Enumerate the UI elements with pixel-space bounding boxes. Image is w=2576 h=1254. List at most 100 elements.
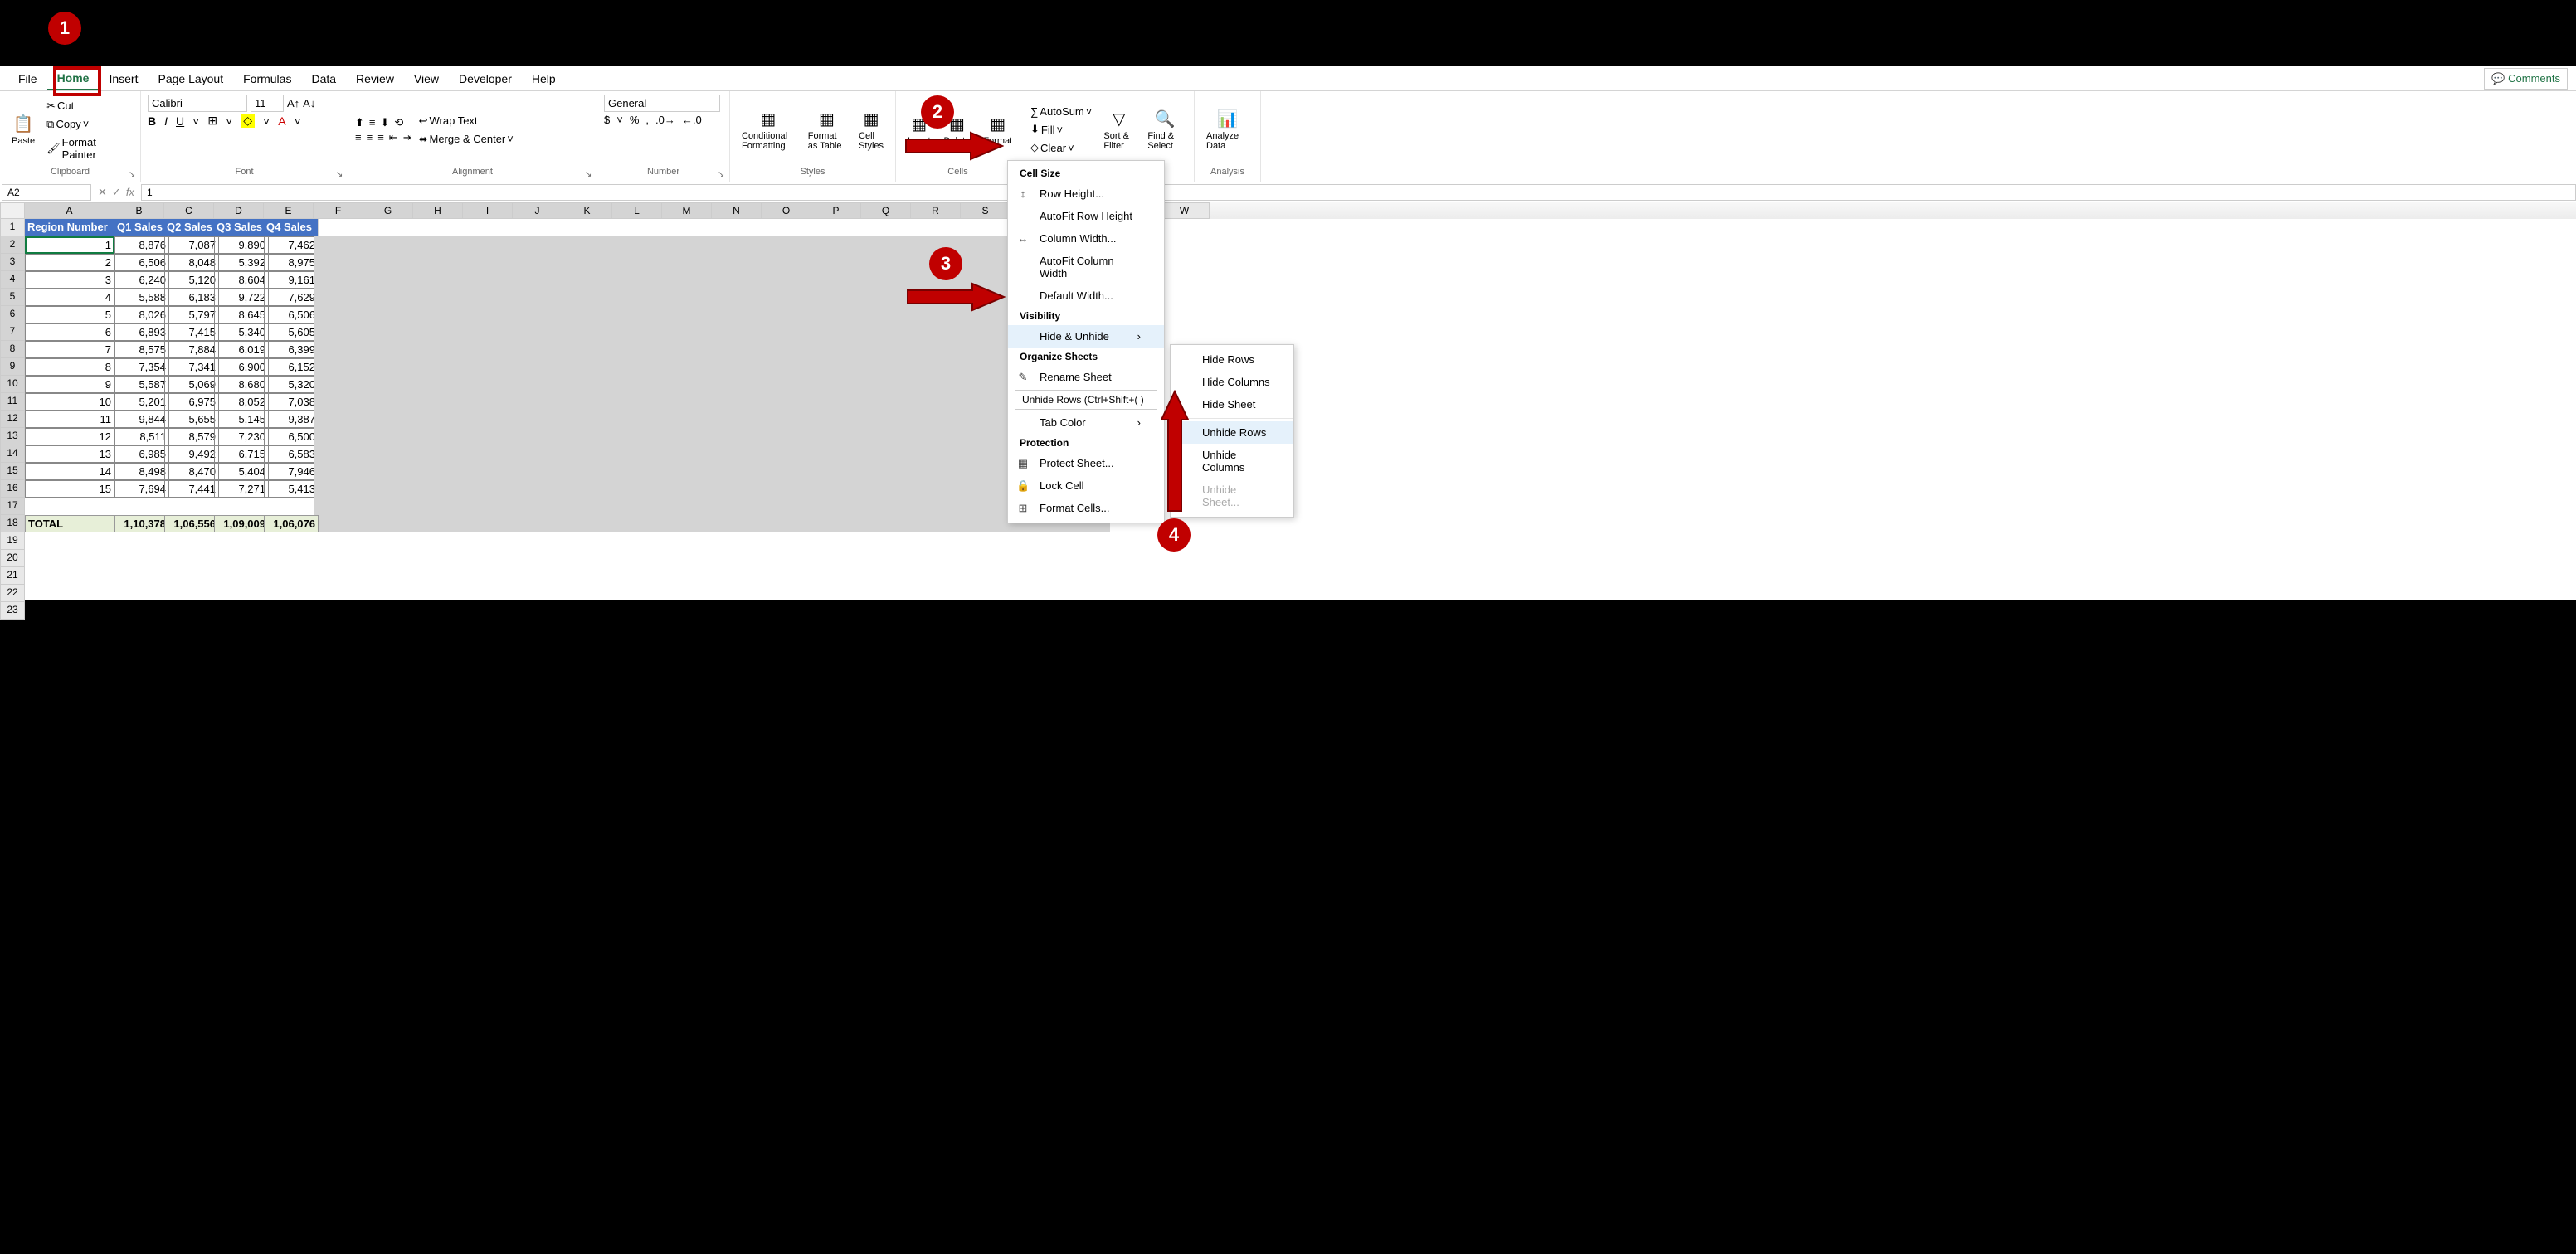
cell-M10[interactable] [662,376,712,393]
enter-formula-icon[interactable]: ✓ [112,186,121,199]
row-header-5[interactable]: 5 [0,289,25,306]
cell-C15[interactable]: 8,470 [164,463,219,480]
cut-button[interactable]: ✂Cut [43,98,134,114]
cell-J2[interactable] [513,236,562,254]
cell-N11[interactable] [712,393,762,411]
cell-S12[interactable] [961,411,1010,428]
column-width-item[interactable]: ↔Column Width... [1008,227,1164,250]
cell-Q6[interactable] [861,306,911,323]
tab-insert[interactable]: Insert [99,68,148,90]
row-height-item[interactable]: ↕Row Height... [1008,182,1164,205]
column-header-N[interactable]: N [712,202,762,219]
cell-Q11[interactable] [861,393,911,411]
cell-R8[interactable] [911,341,961,358]
cell-O17[interactable] [762,498,811,515]
cell-K11[interactable] [562,393,612,411]
tab-help[interactable]: Help [522,68,566,90]
cell-I7[interactable] [463,323,513,341]
cell-K6[interactable] [562,306,612,323]
column-header-P[interactable]: P [811,202,861,219]
tab-formulas[interactable]: Formulas [233,68,301,90]
cancel-formula-icon[interactable]: ✕ [98,186,107,199]
cell-N3[interactable] [712,254,762,271]
cell-B16[interactable]: 7,694 [114,480,169,498]
tab-color-item[interactable]: Tab Color› [1008,411,1164,434]
protect-sheet-item[interactable]: ▦Protect Sheet... [1008,452,1164,474]
cell-J7[interactable] [513,323,562,341]
cell-B10[interactable]: 5,587 [114,376,169,393]
cell-E16[interactable]: 5,413 [264,480,319,498]
cell-D3[interactable]: 5,392 [214,254,269,271]
cell-B3[interactable]: 6,506 [114,254,169,271]
column-header-G[interactable]: G [363,202,413,219]
cell-D6[interactable]: 8,645 [214,306,269,323]
cell-F4[interactable] [314,271,363,289]
cell-N10[interactable] [712,376,762,393]
cell-O5[interactable] [762,289,811,306]
cell-R9[interactable] [911,358,961,376]
cell-N14[interactable] [712,445,762,463]
currency-icon[interactable]: $ [604,114,610,126]
cell-J3[interactable] [513,254,562,271]
autosum-button[interactable]: ∑AutoSum ˅ [1027,104,1095,119]
cell-E4[interactable]: 9,161 [264,271,319,289]
cell-M4[interactable] [662,271,712,289]
cell-O13[interactable] [762,428,811,445]
cell-K15[interactable] [562,463,612,480]
cell-B6[interactable]: 8,026 [114,306,169,323]
cell-I2[interactable] [463,236,513,254]
cell-B9[interactable]: 7,354 [114,358,169,376]
cell-L12[interactable] [612,411,662,428]
cell-O8[interactable] [762,341,811,358]
cell-D5[interactable]: 9,722 [214,289,269,306]
percent-icon[interactable]: % [630,114,640,126]
cell-R16[interactable] [911,480,961,498]
cell-F10[interactable] [314,376,363,393]
cell-A18[interactable]: TOTAL [25,515,114,532]
cell-M5[interactable] [662,289,712,306]
select-all-corner[interactable] [0,202,25,219]
cell-P10[interactable] [811,376,861,393]
cell-J5[interactable] [513,289,562,306]
cell-O18[interactable] [762,515,811,532]
cell-D18[interactable]: 1,09,009 [214,515,269,532]
cell-O15[interactable] [762,463,811,480]
cell-L7[interactable] [612,323,662,341]
column-header-F[interactable]: F [314,202,363,219]
cell-A1[interactable]: Region Number [25,219,114,236]
cell-R7[interactable] [911,323,961,341]
column-header-E[interactable]: E [264,202,314,219]
cell-I17[interactable] [463,498,513,515]
cell-Q10[interactable] [861,376,911,393]
rename-sheet-item[interactable]: ✎Rename Sheet [1008,366,1164,388]
cell-G8[interactable] [363,341,413,358]
cell-B5[interactable]: 5,588 [114,289,169,306]
cell-D10[interactable]: 8,680 [214,376,269,393]
comments-button[interactable]: 💬Comments [2484,68,2568,90]
cell-H9[interactable] [413,358,463,376]
cell-J8[interactable] [513,341,562,358]
align-left-icon[interactable]: ≡ [355,131,362,144]
cell-F15[interactable] [314,463,363,480]
fill-button[interactable]: ⬇Fill ˅ [1027,121,1095,138]
cell-D14[interactable]: 6,715 [214,445,269,463]
cell-O3[interactable] [762,254,811,271]
format-painter-button[interactable]: 🖌Format Painter [43,134,134,163]
cell-S16[interactable] [961,480,1010,498]
cell-L3[interactable] [612,254,662,271]
cell-I16[interactable] [463,480,513,498]
cell-M12[interactable] [662,411,712,428]
cell-A7[interactable]: 6 [25,323,114,341]
cell-C8[interactable]: 7,884 [164,341,219,358]
cell-I6[interactable] [463,306,513,323]
cell-Q16[interactable] [861,480,911,498]
cell-S13[interactable] [961,428,1010,445]
column-header-O[interactable]: O [762,202,811,219]
cell-Q9[interactable] [861,358,911,376]
find-select-button[interactable]: 🔍Find & Select [1142,107,1187,153]
wrap-text-button[interactable]: ↩Wrap Text [416,113,517,129]
cell-K16[interactable] [562,480,612,498]
cell-P3[interactable] [811,254,861,271]
column-header-I[interactable]: I [463,202,513,219]
cell-B2[interactable]: 8,876 [114,236,169,254]
